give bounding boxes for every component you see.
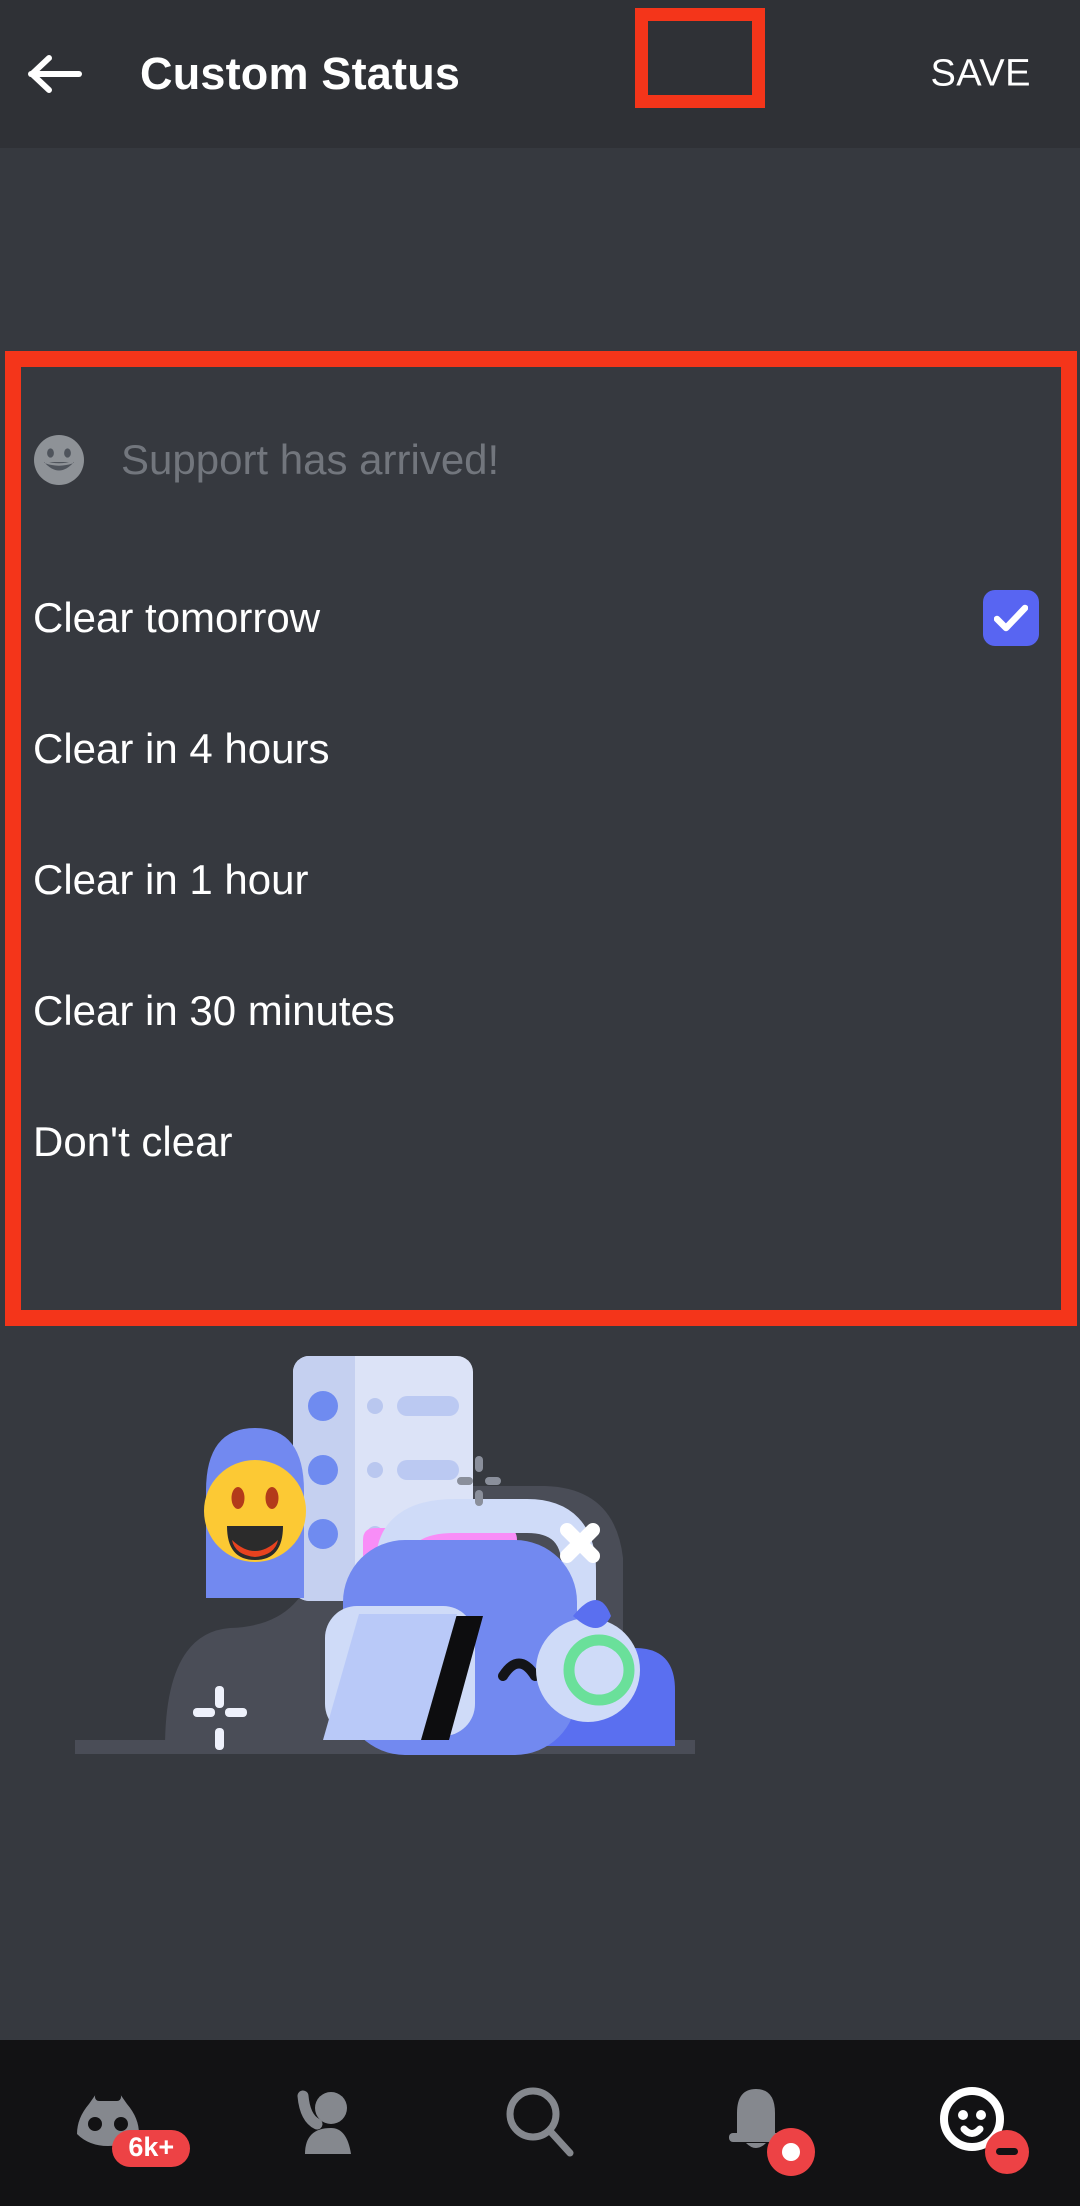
custom-status-screen: Custom Status SAVE Support has arrived! … <box>0 0 1080 2206</box>
clear-option-4-hours[interactable]: Clear in 4 hours <box>21 683 1061 814</box>
status-input-row[interactable] <box>21 367 1061 552</box>
status-input[interactable] <box>121 435 981 484</box>
bottom-navigation-bar: 6k+ <box>0 2040 1080 2206</box>
nav-item-search[interactable] <box>432 2040 648 2206</box>
nav-item-profile[interactable] <box>864 2040 1080 2206</box>
nav-item-notifications[interactable] <box>648 2040 864 2206</box>
clear-option-label: Don't clear <box>33 1117 233 1165</box>
servers-unread-badge: 6k+ <box>112 2129 191 2167</box>
save-button-annotation-box <box>635 8 765 108</box>
clear-option-label: Clear tomorrow <box>33 593 321 641</box>
nav-item-friends[interactable] <box>216 2040 432 2206</box>
back-arrow-icon[interactable] <box>0 0 110 148</box>
notifications-unread-dot <box>766 2127 815 2176</box>
page-title: Custom Status <box>140 48 461 99</box>
clear-option-30-minutes[interactable]: Clear in 30 minutes <box>21 945 1061 1076</box>
clear-option-dont-clear[interactable]: Don't clear <box>21 1076 1061 1207</box>
nav-item-servers[interactable]: 6k+ <box>0 2040 216 2206</box>
clear-option-tomorrow[interactable]: Clear tomorrow <box>21 552 1061 683</box>
wumpus-laptop-status-illustration <box>75 1348 695 1928</box>
emoji-pin-with-smiley <box>204 1428 306 1598</box>
clear-option-label: Clear in 4 hours <box>33 724 330 772</box>
clear-options-list: Clear tomorrow Clear in 4 hours Clear in… <box>21 552 1061 1207</box>
body-area: Clear tomorrow Clear in 4 hours Clear in… <box>0 148 1080 2206</box>
x-mark <box>560 1523 600 1563</box>
status-panel: Clear tomorrow Clear in 4 hours Clear in… <box>21 367 1061 1310</box>
status-badge-dnd <box>984 2129 1029 2174</box>
app-header: Custom Status SAVE <box>0 0 1080 148</box>
clear-option-1-hour[interactable]: Clear in 1 hour <box>21 814 1061 945</box>
clear-option-label: Clear in 30 minutes <box>33 986 395 1034</box>
search-icon <box>502 2083 578 2164</box>
friends-person-icon <box>287 2084 361 2163</box>
clear-option-checkbox-checked[interactable] <box>983 589 1039 646</box>
clear-option-label: Clear in 1 hour <box>33 855 309 903</box>
smiley-face-icon[interactable] <box>33 434 85 486</box>
save-button[interactable]: SAVE <box>926 47 1035 102</box>
